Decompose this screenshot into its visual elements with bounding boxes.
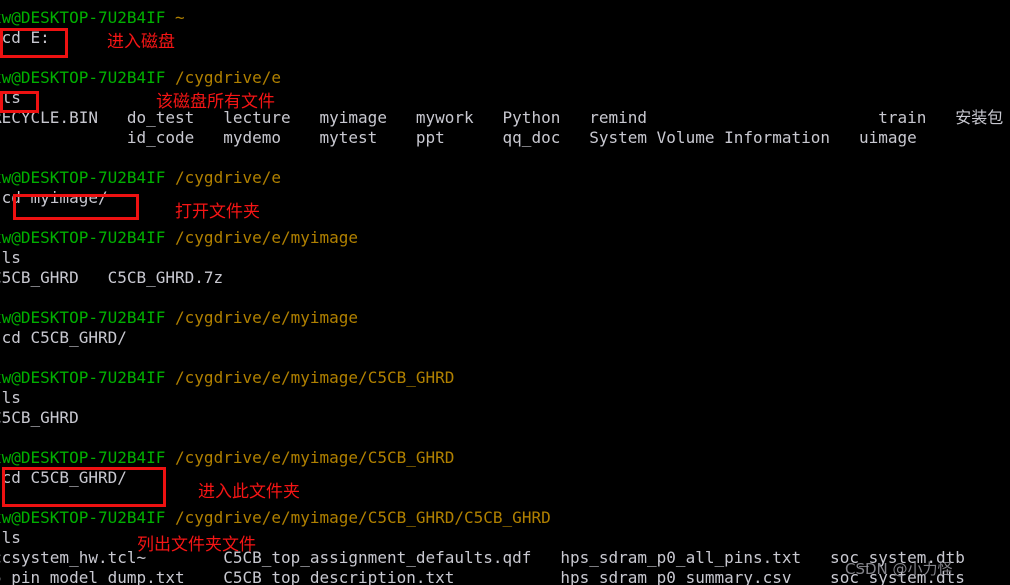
terminal-output-line: RECYCLE.BIN do_test lecture myimage mywo… xyxy=(0,108,1010,128)
prompt-working-directory: ~ xyxy=(175,8,185,27)
prompt-working-directory: /cygdrive/e/myimage xyxy=(175,308,359,327)
terminal-output-line: C5CB_GHRD C5CB_GHRD.7z xyxy=(0,268,1010,288)
command-text: ls xyxy=(1,88,21,107)
terminal-prompt-line: xw@DESKTOP-7U2B4IF /cygdrive/e/myimage/C… xyxy=(0,508,1010,528)
terminal-command-line: cd C5CB_GHRD/ xyxy=(0,328,1010,348)
terminal-window[interactable]: xw@DESKTOP-7U2B4IF ~ cd E: xw@DESKTOP-7U… xyxy=(0,0,1010,585)
command-text: cd myimage/ xyxy=(0,188,108,207)
terminal-prompt-line: xw@DESKTOP-7U2B4IF /cygdrive/e/myimage/C… xyxy=(0,448,1010,468)
prompt-separator xyxy=(165,448,175,467)
command-text: ls xyxy=(1,388,21,407)
annotation-note-note-3: 打开文件夹 xyxy=(175,202,260,222)
terminal-prompt-line: xw@DESKTOP-7U2B4IF /cygdrive/e/myimage xyxy=(0,308,1010,328)
command-text: cd C5CB_GHRD/ xyxy=(0,328,127,347)
terminal-command-line: cd myimage/ xyxy=(0,188,1010,208)
prompt-separator xyxy=(165,228,175,247)
prompt-working-directory: /cygdrive/e/myimage/C5CB_GHRD/C5CB_GHRD xyxy=(175,508,551,527)
prompt-working-directory: /cygdrive/e xyxy=(175,168,281,187)
prompt-user-host: xw@DESKTOP-7U2B4IF xyxy=(0,368,166,387)
terminal-output-line: id_code mydemo mytest ppt qq_doc System … xyxy=(0,128,1010,148)
command-text: cd C5CB_GHRD/ xyxy=(0,468,127,487)
command-text: ls xyxy=(1,248,21,267)
prompt-working-directory: /cygdrive/e xyxy=(175,68,281,87)
prompt-separator xyxy=(165,168,175,187)
annotation-note-note-1: 进入磁盘 xyxy=(107,32,175,52)
prompt-separator xyxy=(165,508,175,527)
annotation-note-note-4: 进入此文件夹 xyxy=(198,482,300,502)
terminal-console-output[interactable]: xw@DESKTOP-7U2B4IF ~ cd E: xw@DESKTOP-7U… xyxy=(0,8,1010,585)
prompt-working-directory: /cygdrive/e/myimage/C5CB_GHRD xyxy=(175,368,455,387)
prompt-user-host: xw@DESKTOP-7U2B4IF xyxy=(0,68,166,87)
terminal-output-line: C5CB_GHRD xyxy=(0,408,1010,428)
terminal-command-line: ls xyxy=(0,88,1010,108)
terminal-prompt-line: xw@DESKTOP-7U2B4IF /cygdrive/e xyxy=(0,168,1010,188)
output-text: C5CB_GHRD C5CB_GHRD.7z xyxy=(0,268,224,287)
output-text: id_code mydemo mytest ppt qq_doc System … xyxy=(0,128,917,147)
annotation-note-note-5: 列出文件夹文件 xyxy=(137,535,256,555)
prompt-user-host: xw@DESKTOP-7U2B4IF xyxy=(0,228,166,247)
output-text: 5_pin_model_dump.txt C5CB_top_descriptio… xyxy=(0,568,965,585)
terminal-command-line: cd C5CB_GHRD/ xyxy=(0,468,1010,488)
prompt-user-host: xw@DESKTOP-7U2B4IF xyxy=(0,448,166,467)
prompt-working-directory: /cygdrive/e/myimage/C5CB_GHRD xyxy=(175,448,455,467)
terminal-prompt-line: xw@DESKTOP-7U2B4IF /cygdrive/e/myimage xyxy=(0,228,1010,248)
prompt-working-directory: /cygdrive/e/myimage xyxy=(175,228,359,247)
csdn-watermark: CSDN @小力怪 xyxy=(845,560,953,578)
prompt-separator xyxy=(165,68,175,87)
command-text: cd E: xyxy=(1,28,50,47)
terminal-prompt-line: xw@DESKTOP-7U2B4IF ~ xyxy=(0,8,1010,28)
prompt-user-host: xw@DESKTOP-7U2B4IF xyxy=(0,508,166,527)
prompt-user-host: xw@DESKTOP-7U2B4IF xyxy=(0,8,166,27)
prompt-separator xyxy=(165,8,175,27)
annotation-note-note-2: 该磁盘所有文件 xyxy=(156,92,275,112)
output-text: RECYCLE.BIN do_test lecture myimage mywo… xyxy=(0,108,1004,127)
command-text: ls xyxy=(1,528,21,547)
prompt-user-host: xw@DESKTOP-7U2B4IF xyxy=(0,308,166,327)
terminal-command-line: ls xyxy=(0,388,1010,408)
output-text: C5CB_GHRD xyxy=(0,408,79,427)
prompt-separator xyxy=(165,368,175,387)
terminal-command-line: ls xyxy=(0,248,1010,268)
prompt-user-host: xw@DESKTOP-7U2B4IF xyxy=(0,168,166,187)
terminal-prompt-line: xw@DESKTOP-7U2B4IF /cygdrive/e xyxy=(0,68,1010,88)
terminal-prompt-line: xw@DESKTOP-7U2B4IF /cygdrive/e/myimage/C… xyxy=(0,368,1010,388)
prompt-separator xyxy=(165,308,175,327)
